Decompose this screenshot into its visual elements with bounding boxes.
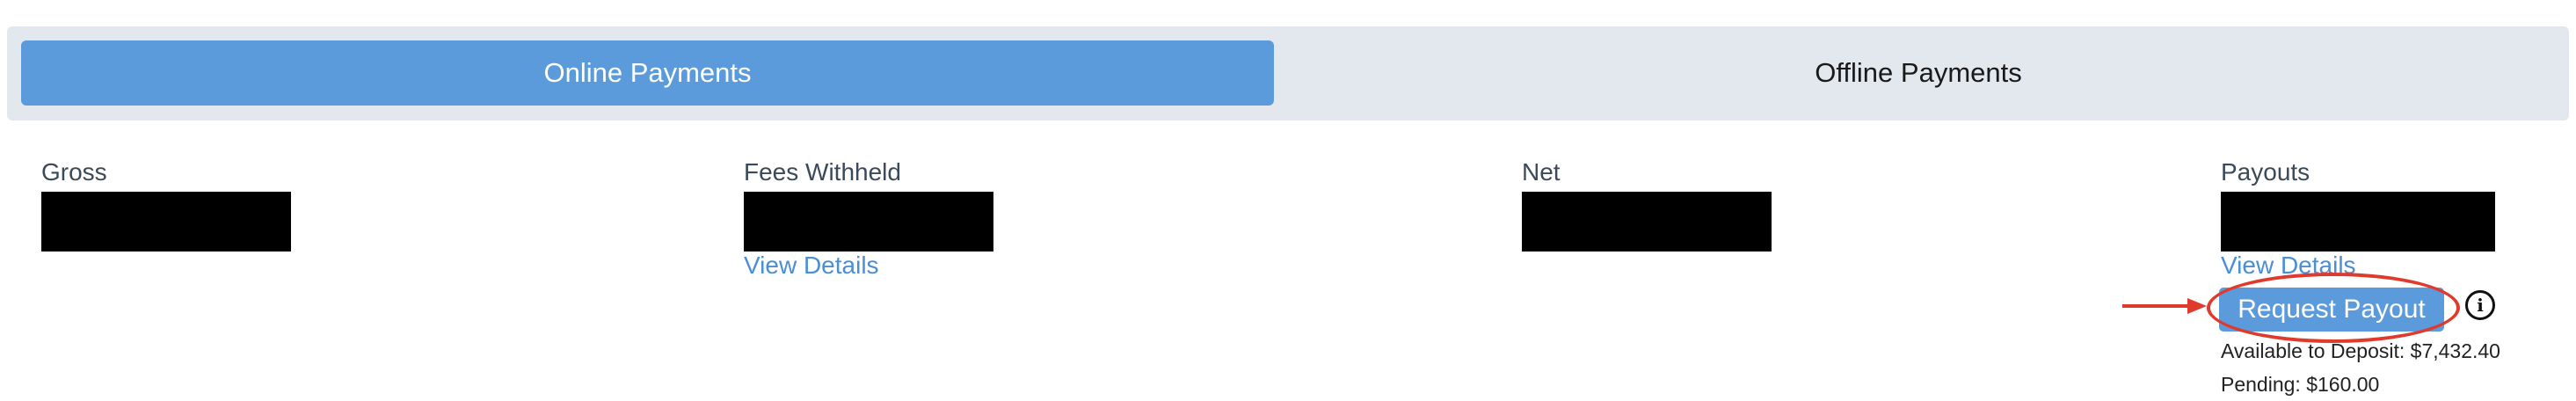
fees-view-details-link[interactable]: View Details xyxy=(744,252,993,280)
payouts-label: Payouts xyxy=(2221,158,2310,186)
tab-offline-payments[interactable]: Offline Payments xyxy=(1281,40,2556,106)
fees-withheld-label: Fees Withheld xyxy=(744,158,901,186)
gross-value-redacted xyxy=(41,192,291,252)
stat-payouts: Payouts View Details xyxy=(2221,158,2495,280)
fees-withheld-value-redacted xyxy=(744,192,993,252)
annotation-arrow-icon xyxy=(2122,298,2207,314)
net-value-redacted xyxy=(1522,192,1772,252)
stat-net: Net xyxy=(1522,158,1772,252)
pending-text: Pending: $160.00 xyxy=(2221,373,2380,396)
info-icon[interactable]: i xyxy=(2465,290,2495,320)
payouts-value-redacted xyxy=(2221,192,2495,252)
stat-fees-withheld: Fees Withheld View Details xyxy=(744,158,993,280)
request-payout-button[interactable]: Request Payout xyxy=(2219,288,2444,332)
payouts-view-details-link[interactable]: View Details xyxy=(2221,252,2495,280)
tab-online-payments[interactable]: Online Payments xyxy=(21,40,1274,106)
stat-gross: Gross xyxy=(41,158,291,252)
payment-type-tabs: Online Payments Offline Payments xyxy=(7,26,2569,120)
gross-label: Gross xyxy=(41,158,107,186)
net-label: Net xyxy=(1522,158,1561,186)
available-to-deposit-text: Available to Deposit: $7,432.40 xyxy=(2221,339,2500,362)
